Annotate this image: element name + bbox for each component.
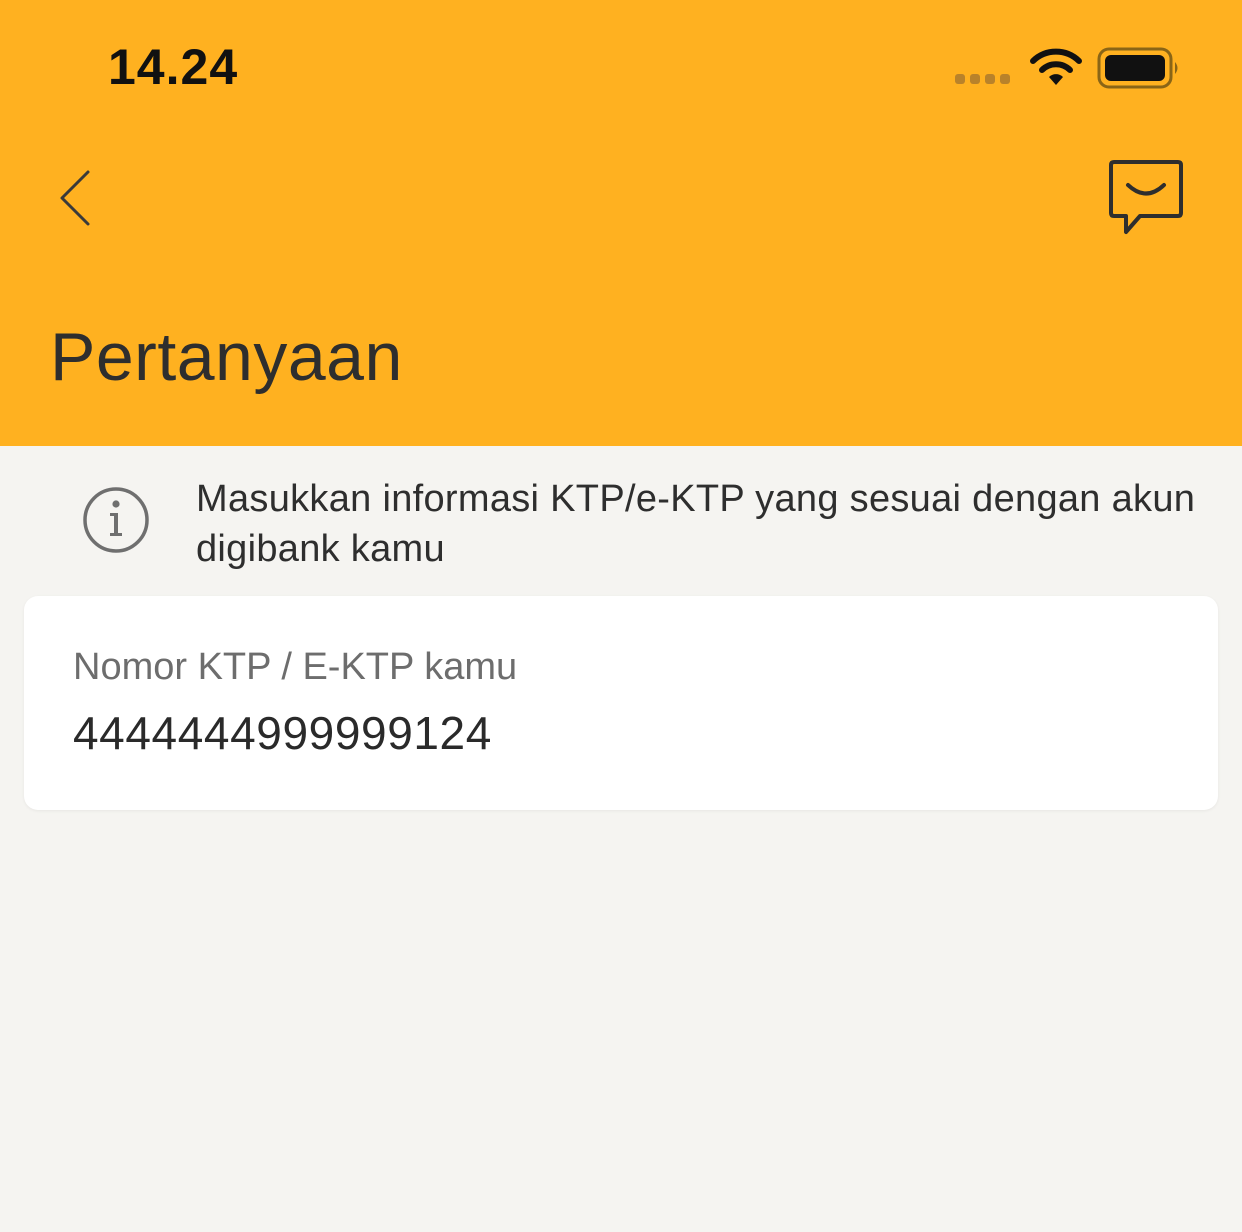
- wifi-icon: [1030, 48, 1082, 85]
- chat-button[interactable]: [1100, 152, 1192, 244]
- info-icon: [83, 487, 149, 553]
- screen: 14.24 Pertanyaan Masukkan informasi KTP/…: [0, 0, 1242, 1232]
- cellular-signal-icon: [955, 74, 1010, 84]
- ktp-number-field[interactable]: Nomor KTP / E-KTP kamu 4444444999999124: [24, 596, 1218, 810]
- ktp-number-label: Nomor KTP / E-KTP kamu: [73, 646, 518, 688]
- header: 14.24 Pertanyaan: [0, 0, 1242, 446]
- info-banner: Masukkan informasi KTP/e-KTP yang sesuai…: [0, 446, 1242, 596]
- back-button[interactable]: [40, 160, 120, 240]
- chevron-left-icon: [60, 170, 90, 226]
- info-text: Masukkan informasi KTP/e-KTP yang sesuai…: [196, 478, 1196, 570]
- page-title: Pertanyaan: [50, 319, 403, 395]
- chat-smile-icon: [1109, 160, 1183, 234]
- status-time: 14.24: [108, 39, 239, 95]
- battery-icon: [1097, 47, 1178, 89]
- ktp-number-value[interactable]: 4444444999999124: [73, 706, 492, 760]
